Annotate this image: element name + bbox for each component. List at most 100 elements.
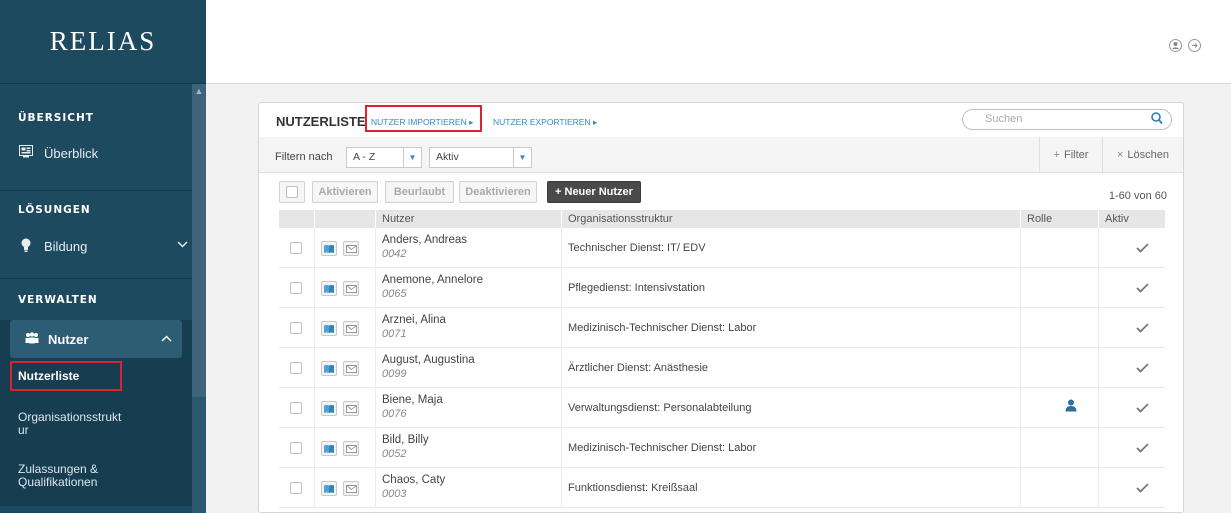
org-cell: Verwaltungsdienst: Personalabteilung <box>562 388 1021 428</box>
leave-button[interactable]: Beurlaubt <box>385 181 454 203</box>
row-actions-cell <box>315 308 376 348</box>
table-row[interactable]: August, Augustina 0099 Ärztlicher Dienst… <box>279 348 1165 388</box>
book-icon[interactable] <box>321 281 337 296</box>
table-header: Nutzer Organisationsstruktur Rolle Aktiv <box>279 210 1165 228</box>
search-icon[interactable] <box>1151 112 1163 125</box>
letter-filter-value: A - Z <box>353 151 376 163</box>
select-all-checkbox[interactable] <box>286 186 298 198</box>
row-checkbox[interactable] <box>290 282 302 294</box>
scroll-up-icon[interactable]: ▲ <box>194 86 204 96</box>
user-name[interactable]: Arznei, Alina <box>382 314 446 326</box>
user-name[interactable]: Anders, Andreas <box>382 234 467 246</box>
relias-logo[interactable]: RELIAS <box>50 26 157 57</box>
row-checkbox[interactable] <box>290 362 302 374</box>
org-cell: Medizinisch-Technischer Dienst: Labor <box>562 308 1021 348</box>
row-checkbox[interactable] <box>290 482 302 494</box>
table-row[interactable]: Chaos, Caty 0003 Funktionsdienst: Kreißs… <box>279 468 1165 508</box>
user-cell: Biene, Maja 0076 <box>376 388 562 428</box>
user-id: 0065 <box>382 288 407 300</box>
lightbulb-icon <box>18 238 34 255</box>
chevron-up-icon[interactable] <box>161 331 172 345</box>
mail-icon[interactable] <box>343 481 359 496</box>
status-filter-select[interactable]: Aktiv ▼ <box>429 147 532 168</box>
org-cell: Medizinisch-Technischer Dienst: Labor <box>562 428 1021 468</box>
letter-filter-select[interactable]: A - Z ▼ <box>346 147 422 168</box>
table-row[interactable]: Anemone, Annelore 0065 Pflegedienst: Int… <box>279 268 1165 308</box>
caret-down-icon[interactable]: ▼ <box>403 148 421 167</box>
admin-role-icon[interactable] <box>1065 399 1077 415</box>
activate-button[interactable]: Aktivieren <box>312 181 378 203</box>
active-cell <box>1099 428 1165 468</box>
header-user[interactable]: Nutzer <box>376 210 562 228</box>
mail-icon[interactable] <box>343 241 359 256</box>
section-overview-title: ÜBERSICHT <box>18 112 94 124</box>
role-cell <box>1021 388 1099 428</box>
row-actions-cell <box>315 348 376 388</box>
action-bar: Aktivieren Beurlaubt Deaktivieren + Neue… <box>259 181 1183 205</box>
role-cell <box>1021 268 1099 308</box>
mail-icon[interactable] <box>343 281 359 296</box>
row-select-cell <box>279 228 315 268</box>
table-row[interactable]: Arznei, Alina 0071 Medizinisch-Technisch… <box>279 308 1165 348</box>
table-row[interactable]: Biene, Maja 0076 Verwaltungsdienst: Pers… <box>279 388 1165 428</box>
header-org[interactable]: Organisationsstruktur <box>562 210 1021 228</box>
row-actions-cell <box>315 428 376 468</box>
user-name[interactable]: August, Augustina <box>382 354 475 366</box>
book-icon[interactable] <box>321 321 337 336</box>
table-row[interactable]: Bild, Billy 0052 Medizinisch-Technischer… <box>279 428 1165 468</box>
user-profile-icon[interactable] <box>1169 39 1182 52</box>
chevron-down-icon[interactable] <box>177 239 188 251</box>
role-cell <box>1021 428 1099 468</box>
mail-icon[interactable] <box>343 361 359 376</box>
mail-icon[interactable] <box>343 321 359 336</box>
book-icon[interactable] <box>321 481 337 496</box>
sidebar-item-education[interactable]: Bildung <box>18 238 188 255</box>
mail-icon[interactable] <box>343 441 359 456</box>
logout-icon[interactable] <box>1188 39 1201 52</box>
search-input[interactable] <box>985 113 1135 125</box>
org-cell: Ärztlicher Dienst: Anästhesie <box>562 348 1021 388</box>
sidebar-item-users[interactable]: Nutzer <box>10 320 182 358</box>
user-name[interactable]: Chaos, Caty <box>382 474 445 486</box>
user-name[interactable]: Bild, Billy <box>382 434 429 446</box>
filter-button[interactable]: + Filter <box>1039 137 1102 173</box>
row-select-cell <box>279 348 315 388</box>
book-icon[interactable] <box>321 241 337 256</box>
header-active[interactable]: Aktiv <box>1099 210 1165 228</box>
divider <box>0 278 192 279</box>
top-bar <box>206 0 1231 84</box>
caret-down-icon[interactable]: ▼ <box>513 148 531 167</box>
row-select-cell <box>279 388 315 428</box>
checkmark-icon <box>1136 480 1149 496</box>
mail-icon[interactable] <box>343 401 359 416</box>
sidebar-scrollbar-thumb[interactable] <box>192 84 206 397</box>
logo-area[interactable]: RELIAS <box>0 0 206 84</box>
filter-button-label: Filter <box>1063 149 1089 161</box>
org-cell: Funktionsdienst: Kreißsaal <box>562 468 1021 508</box>
row-checkbox[interactable] <box>290 402 302 414</box>
row-checkbox[interactable] <box>290 242 302 254</box>
book-icon[interactable] <box>321 361 337 376</box>
role-cell <box>1021 308 1099 348</box>
export-users-link[interactable]: NUTZER EXPORTIEREN ▸ <box>493 117 597 128</box>
sidebar-item-qualifications[interactable]: Zulassungen & Qualifikationen <box>18 463 98 489</box>
book-icon[interactable] <box>321 441 337 456</box>
new-user-button[interactable]: + Neuer Nutzer <box>547 181 641 203</box>
row-checkbox[interactable] <box>290 322 302 334</box>
plus-icon: + <box>1053 149 1060 161</box>
clear-button[interactable]: × Löschen <box>1102 137 1183 173</box>
header-select <box>279 210 315 228</box>
table-row[interactable]: Anders, Andreas 0042 Technischer Dienst:… <box>279 228 1165 268</box>
user-id: 0042 <box>382 248 407 260</box>
book-icon[interactable] <box>321 401 337 416</box>
select-all-checkbox-button[interactable] <box>279 181 305 203</box>
deactivate-button[interactable]: Deaktivieren <box>459 181 537 203</box>
user-name[interactable]: Anemone, Annelore <box>382 274 483 286</box>
user-name[interactable]: Biene, Maja <box>382 394 443 406</box>
search-box <box>962 109 1172 130</box>
role-cell <box>1021 468 1099 508</box>
sidebar-item-orgstructure[interactable]: Organisationsstrukt ur <box>18 411 121 437</box>
header-role[interactable]: Rolle <box>1021 210 1099 228</box>
row-checkbox[interactable] <box>290 442 302 454</box>
sidebar-item-overview[interactable]: Überblick <box>18 145 98 161</box>
